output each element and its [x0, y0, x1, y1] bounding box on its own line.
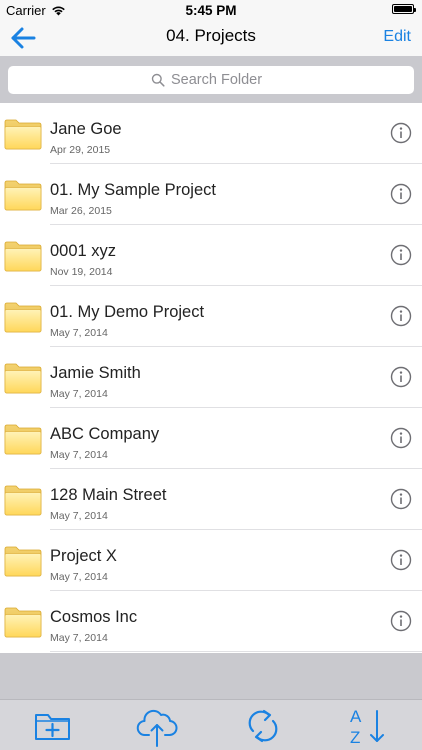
folder-name: 0001 xyz	[50, 242, 117, 260]
folder-row[interactable]: 01. My Demo Project May 7, 2014	[0, 286, 422, 347]
folder-icon	[4, 546, 42, 577]
info-icon[interactable]	[390, 366, 412, 388]
bottom-toolbar: A Z	[0, 699, 422, 750]
folder-date: Apr 29, 2015	[50, 144, 111, 156]
page-title: 04. Projects	[166, 26, 256, 45]
svg-text:A: A	[350, 707, 362, 726]
info-icon[interactable]	[390, 244, 412, 266]
info-icon[interactable]	[390, 305, 412, 327]
add-folder-icon[interactable]	[32, 705, 74, 747]
search-field[interactable]	[8, 66, 414, 94]
folder-icon	[4, 363, 42, 394]
folder-row[interactable]: Cosmos Inc May 7, 2014	[0, 591, 422, 652]
folder-row[interactable]: Jane Goe Apr 29, 2015	[0, 103, 422, 164]
folder-name: 128 Main Street	[50, 486, 167, 504]
sync-icon[interactable]	[242, 705, 284, 747]
info-icon[interactable]	[390, 427, 412, 449]
status-time: 5:45 PM	[185, 3, 237, 18]
folder-date: May 7, 2014	[50, 571, 108, 583]
folder-row[interactable]: Project X May 7, 2014	[0, 530, 422, 591]
folder-name: Project X	[50, 547, 117, 565]
folder-row[interactable]: 01. My Sample Project Mar 26, 2015	[0, 164, 422, 225]
folder-icon	[4, 302, 42, 333]
folder-date: May 7, 2014	[50, 449, 108, 461]
folder-icon	[4, 607, 42, 638]
folder-name: ABC Company	[50, 425, 160, 443]
folder-date: May 7, 2014	[50, 632, 108, 644]
folder-date: May 7, 2014	[50, 388, 108, 400]
folder-icon	[4, 424, 42, 455]
folder-icon	[4, 485, 42, 516]
folder-date: Nov 19, 2014	[50, 266, 113, 278]
folder-name: 01. My Demo Project	[50, 303, 205, 321]
folder-name: Jamie Smith	[50, 364, 141, 382]
folder-row[interactable]: ABC Company May 7, 2014	[0, 408, 422, 469]
folder-row[interactable]: 128 Main Street May 7, 2014	[0, 469, 422, 530]
folder-icon	[4, 180, 42, 211]
cloud-upload-icon[interactable]	[136, 705, 178, 747]
navigation-bar: 04. Projects Edit	[0, 20, 422, 56]
screen: Carrier 5:45 PM 04. Projects Edit Search…	[0, 0, 422, 750]
sort-az-icon[interactable]: A Z	[347, 705, 389, 747]
info-icon[interactable]	[390, 549, 412, 571]
status-bar: Carrier 5:45 PM	[0, 0, 422, 20]
svg-text:Z: Z	[350, 728, 360, 747]
search-bar-container	[0, 56, 422, 103]
folder-date: May 7, 2014	[50, 510, 108, 522]
info-icon[interactable]	[390, 488, 412, 510]
info-icon[interactable]	[390, 122, 412, 144]
info-icon[interactable]	[390, 610, 412, 632]
folder-name: 01. My Sample Project	[50, 181, 216, 199]
folder-icon	[4, 241, 42, 272]
search-icon	[151, 73, 165, 87]
folder-row[interactable]: 0001 xyz Nov 19, 2014	[0, 225, 422, 286]
edit-button[interactable]: Edit	[383, 28, 411, 46]
search-input[interactable]	[171, 72, 271, 88]
folder-name: Cosmos Inc	[50, 608, 138, 626]
info-icon[interactable]	[390, 183, 412, 205]
battery-icon	[392, 4, 416, 14]
folder-date: Mar 26, 2015	[50, 205, 112, 217]
folder-list: Jane Goe Apr 29, 2015 01. My Sample Proj…	[0, 103, 422, 653]
folder-name: Jane Goe	[50, 120, 122, 138]
folder-icon	[4, 119, 42, 150]
list-footer	[0, 653, 422, 699]
folder-row[interactable]: Jamie Smith May 7, 2014	[0, 347, 422, 408]
folder-date: May 7, 2014	[50, 327, 108, 339]
